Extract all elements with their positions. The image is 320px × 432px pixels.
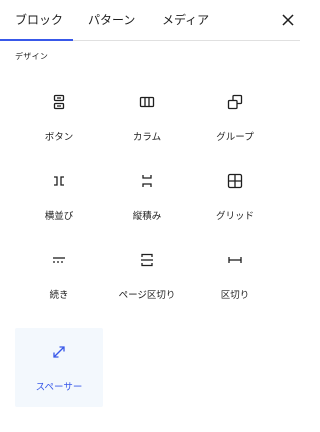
block-label: 区切り — [220, 290, 250, 301]
block-item-group[interactable]: グループ — [191, 78, 279, 157]
block-label: ページ区切り — [118, 290, 176, 301]
grid-icon — [227, 173, 243, 189]
close-button[interactable] — [280, 12, 296, 28]
more-icon — [51, 252, 67, 268]
row-icon — [51, 173, 67, 189]
block-item-row[interactable]: 横並び — [15, 157, 103, 236]
block-label: ボタン — [44, 132, 74, 143]
block-label: カラム — [132, 132, 162, 143]
block-label: 縦積み — [132, 211, 162, 222]
buttons-icon — [51, 94, 67, 110]
block-label: グループ — [216, 132, 254, 143]
columns-icon — [139, 94, 155, 110]
block-item-more[interactable]: 続き — [15, 236, 103, 315]
block-item-separator[interactable]: 区切り — [191, 236, 279, 315]
block-item-stack[interactable]: 縦積み — [103, 157, 191, 236]
group-icon — [227, 94, 243, 110]
separator-icon — [227, 252, 243, 268]
stack-icon — [139, 173, 155, 189]
block-item-columns[interactable]: カラム — [103, 78, 191, 157]
block-item-grid[interactable]: グリッド — [191, 157, 279, 236]
block-item-page-break[interactable]: ページ区切り — [103, 236, 191, 315]
block-label: スペーサー — [35, 382, 83, 393]
block-label: 続き — [49, 290, 69, 301]
spacer-icon — [51, 344, 67, 360]
block-item-spacer[interactable]: スペーサー — [15, 328, 103, 407]
tab-blocks[interactable]: ブロック — [15, 0, 63, 40]
close-icon — [282, 14, 294, 26]
tab-media[interactable]: メディア — [162, 0, 209, 40]
tab-patterns[interactable]: パターン — [88, 0, 135, 40]
page-break-icon — [139, 252, 155, 268]
section-title-design: デザイン — [15, 52, 49, 61]
block-label: グリッド — [215, 211, 254, 222]
active-tab-indicator — [0, 39, 73, 41]
block-item-buttons[interactable]: ボタン — [15, 78, 103, 157]
inserter-tabs: ブロック パターン メディア — [0, 0, 300, 41]
block-label: 横並び — [44, 211, 74, 222]
